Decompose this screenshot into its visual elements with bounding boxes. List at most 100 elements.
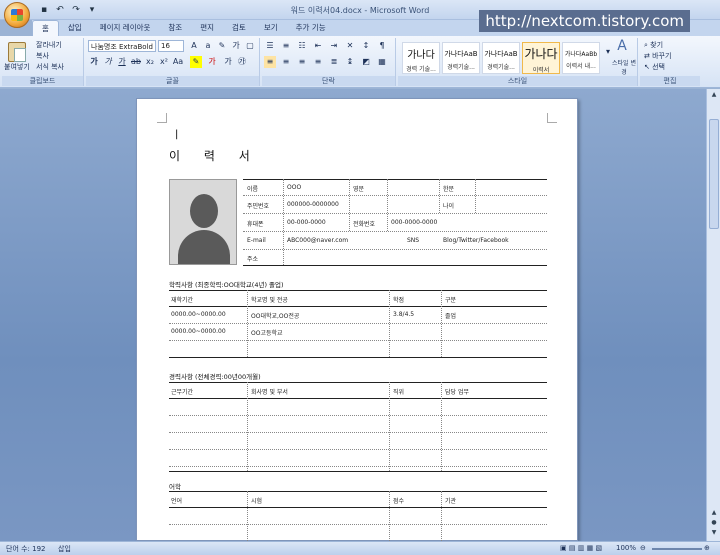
mobile-value[interactable]: 00-000-0000 bbox=[287, 219, 326, 226]
font-size-combo[interactable]: 16 bbox=[158, 40, 184, 52]
style-item-2[interactable]: 가나다AaB 경력기술... bbox=[442, 42, 480, 74]
align-left-icon[interactable]: ≡ bbox=[264, 56, 276, 68]
change-styles-button[interactable]: 스타일 변경 bbox=[612, 58, 636, 76]
email-value[interactable]: ABC000@naver.com bbox=[287, 237, 348, 244]
find-button[interactable]: ⌕ 찾기 bbox=[644, 40, 663, 50]
strikethrough-icon[interactable]: ab bbox=[130, 56, 142, 68]
bullets-icon[interactable]: ☰ bbox=[264, 40, 276, 52]
education-heading[interactable]: 학력사항 (최종학력:OO대학교(4년) 졸업) bbox=[169, 279, 284, 289]
paste-icon[interactable] bbox=[8, 42, 26, 62]
table-rule bbox=[169, 323, 547, 324]
align-center-icon[interactable]: ≡ bbox=[280, 56, 292, 68]
increase-indent-icon[interactable]: ⇥ bbox=[328, 40, 340, 52]
enclose-char-icon[interactable]: ㉮ bbox=[236, 56, 248, 68]
highlight-icon[interactable]: ✎ bbox=[190, 56, 202, 68]
show-marks-icon[interactable]: ¶ bbox=[376, 40, 388, 52]
edu-cell[interactable]: OO대학교,OO전공 bbox=[251, 311, 299, 320]
tab-references[interactable]: 참조 bbox=[159, 20, 191, 36]
browse-object-icon[interactable]: ● bbox=[709, 519, 719, 529]
char-border-icon[interactable]: ▢ bbox=[244, 40, 256, 52]
char-shading-icon[interactable]: 가 bbox=[222, 56, 234, 68]
style-item-1[interactable]: 가나다 경력 기술... bbox=[402, 42, 440, 74]
style-preview: 가나다AaB bbox=[444, 50, 478, 58]
replace-button[interactable]: ⇄ 바꾸기 bbox=[644, 51, 671, 61]
style-item-5[interactable]: 가나다AaBb 이력서 내... bbox=[562, 42, 600, 74]
font-color-icon[interactable]: 가 bbox=[206, 56, 218, 68]
italic-icon[interactable]: 가 bbox=[102, 56, 114, 68]
table-rule bbox=[169, 415, 547, 416]
name-value[interactable]: OOO bbox=[287, 184, 301, 191]
vertical-scrollbar[interactable]: ▲ ▲ ● ▼ bbox=[706, 89, 720, 541]
copy-button[interactable]: 복사 bbox=[36, 51, 49, 61]
edu-cell[interactable]: OO고등학교 bbox=[251, 328, 283, 337]
id-number-value[interactable]: 000000-0000000 bbox=[287, 201, 339, 208]
shrink-font-icon[interactable]: a bbox=[202, 40, 214, 52]
language-heading[interactable]: 어학 bbox=[169, 481, 181, 491]
tab-page-layout[interactable]: 페이지 레이아웃 bbox=[91, 20, 160, 36]
tab-review[interactable]: 검토 bbox=[223, 20, 255, 36]
office-button[interactable] bbox=[4, 2, 30, 28]
tab-addins[interactable]: 추가 기능 bbox=[287, 20, 335, 36]
tab-view[interactable]: 보기 bbox=[255, 20, 287, 36]
paste-button[interactable]: 붙여넣기 bbox=[4, 62, 30, 72]
edu-cell[interactable]: 3.8/4.5 bbox=[393, 311, 414, 318]
bold-icon[interactable]: 가 bbox=[88, 56, 100, 68]
edu-cell[interactable]: 0000.00~0000.00 bbox=[171, 311, 226, 318]
tab-mailings[interactable]: 편지 bbox=[191, 20, 223, 36]
asian-layout-icon[interactable]: ✕ bbox=[344, 40, 356, 52]
edu-header-type: 구분 bbox=[445, 297, 457, 304]
shading-icon[interactable]: ◩ bbox=[360, 56, 372, 68]
style-item-4[interactable]: 가나다 이력서 bbox=[522, 42, 560, 74]
document-page[interactable]: | 이 력 서 이름 OOO 영문 한문 주민번호 000000-0000000… bbox=[136, 98, 578, 541]
scroll-up-icon[interactable]: ▲ bbox=[709, 91, 719, 101]
change-case-icon[interactable]: Aa bbox=[172, 56, 184, 68]
superscript-icon[interactable]: x² bbox=[158, 56, 170, 68]
zoom-out-icon[interactable]: ⊖ bbox=[640, 544, 646, 552]
zoom-in-icon[interactable]: ⊕ bbox=[704, 544, 710, 552]
select-button[interactable]: ↖ 선택 bbox=[644, 62, 665, 72]
change-styles-icon[interactable]: A bbox=[616, 39, 628, 53]
draft-icon[interactable]: ▧ bbox=[595, 544, 602, 552]
zoom-level[interactable]: 100% bbox=[616, 544, 636, 552]
clear-format-icon[interactable]: ✎ bbox=[216, 40, 228, 52]
align-right-icon[interactable]: ≡ bbox=[296, 56, 308, 68]
career-header-company: 회사명 및 부서 bbox=[251, 389, 288, 396]
sns-value[interactable]: Blog/Twitter/Facebook bbox=[443, 237, 509, 244]
resume-title[interactable]: 이 력 서 bbox=[169, 147, 260, 164]
multilevel-list-icon[interactable]: ☷ bbox=[296, 40, 308, 52]
edu-cell[interactable]: 졸업 bbox=[445, 311, 456, 320]
phone-value[interactable]: 000-0000-0000 bbox=[391, 219, 437, 226]
style-item-3[interactable]: 가나다AaB 경력기술... bbox=[482, 42, 520, 74]
cut-button[interactable]: 잘라내기 bbox=[36, 40, 62, 50]
subscript-icon[interactable]: x₂ bbox=[144, 56, 156, 68]
format-painter-button[interactable]: 서식 복사 bbox=[36, 62, 64, 72]
outline-icon[interactable]: ▦ bbox=[587, 544, 594, 552]
next-page-icon[interactable]: ▼ bbox=[709, 529, 719, 539]
career-heading[interactable]: 경력사항 (전체경력:00년00개월) bbox=[169, 371, 261, 381]
word-count[interactable]: 단어 수: 192 bbox=[6, 544, 46, 554]
web-layout-icon[interactable]: ▥ bbox=[578, 544, 585, 552]
phonetic-icon[interactable]: 가 bbox=[230, 40, 242, 52]
print-layout-icon[interactable]: ▣ bbox=[560, 544, 567, 552]
full-screen-icon[interactable]: ▤ bbox=[569, 544, 576, 552]
select-label: 선택 bbox=[652, 63, 665, 71]
justify-icon[interactable]: ≡ bbox=[312, 56, 324, 68]
styles-more-icon[interactable]: ▾ bbox=[602, 46, 614, 58]
borders-icon[interactable]: ▦ bbox=[376, 56, 388, 68]
insert-mode[interactable]: 삽입 bbox=[58, 544, 71, 554]
tab-insert[interactable]: 삽입 bbox=[59, 20, 91, 36]
sort-icon[interactable]: ↕ bbox=[360, 40, 372, 52]
edu-cell[interactable]: 0000.00~0000.00 bbox=[171, 328, 226, 335]
profile-photo[interactable] bbox=[169, 179, 237, 265]
grow-font-icon[interactable]: A bbox=[188, 40, 200, 52]
decrease-indent-icon[interactable]: ⇤ bbox=[312, 40, 324, 52]
prev-page-icon[interactable]: ▲ bbox=[709, 509, 719, 519]
zoom-slider[interactable] bbox=[652, 548, 702, 550]
line-spacing-icon[interactable]: ↨ bbox=[344, 56, 356, 68]
tab-home[interactable]: 홈 bbox=[32, 20, 59, 36]
scroll-thumb[interactable] bbox=[709, 119, 719, 229]
underline-icon[interactable]: 가 bbox=[116, 56, 128, 68]
font-name-combo[interactable]: 나눔명조 ExtraBold bbox=[88, 40, 156, 52]
distribute-icon[interactable]: ≣ bbox=[328, 56, 340, 68]
numbering-icon[interactable]: ≡ bbox=[280, 40, 292, 52]
